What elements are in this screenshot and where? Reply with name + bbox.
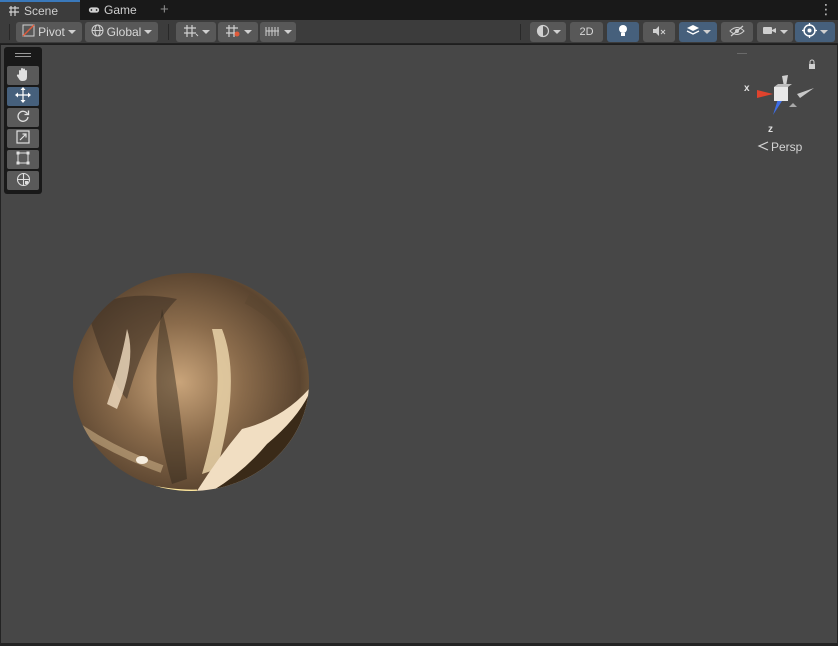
grid-icon xyxy=(8,5,20,17)
eye-hidden-icon xyxy=(729,25,745,40)
axis-gizmo-icon[interactable] xyxy=(737,50,837,140)
globe-icon xyxy=(91,24,104,40)
tab-scene[interactable]: Scene xyxy=(0,0,80,20)
scale-icon xyxy=(16,130,30,147)
layers-effects-icon xyxy=(686,24,700,40)
chevron-down-icon xyxy=(201,30,210,34)
rotate-icon xyxy=(16,109,30,126)
global-dropdown[interactable]: Global xyxy=(85,22,158,42)
tool-panel xyxy=(4,47,42,194)
toolbar-divider xyxy=(520,24,521,40)
tab-bar: Scene Game + ⋮ xyxy=(0,0,838,20)
gizmo-z-label: z xyxy=(768,124,773,135)
rect-transform-icon xyxy=(16,151,30,168)
chevron-down-icon xyxy=(820,30,828,34)
ruler-icon xyxy=(265,25,281,40)
toolbar-divider xyxy=(9,24,10,40)
tab-game[interactable]: Game xyxy=(80,0,154,20)
ruler-settings-button[interactable] xyxy=(260,22,296,42)
transform-tool-button[interactable] xyxy=(7,171,39,190)
rotate-tool-button[interactable] xyxy=(7,108,39,127)
chevron-down-icon xyxy=(67,30,76,34)
snap-increment-icon xyxy=(225,24,241,41)
scale-tool-button[interactable] xyxy=(7,129,39,148)
grid-snapping-button[interactable] xyxy=(176,22,216,42)
effects-dropdown[interactable] xyxy=(679,22,717,42)
chevron-down-icon xyxy=(144,30,153,34)
tab-scene-label: Scene xyxy=(24,4,59,18)
gamepad-icon xyxy=(88,4,100,16)
panel-grip[interactable] xyxy=(15,56,31,57)
toolbar-divider xyxy=(168,24,169,40)
audio-toggle-button[interactable] xyxy=(643,22,675,42)
chevron-down-icon xyxy=(702,30,711,34)
tab-game-label: Game xyxy=(104,3,137,17)
pivot-label: Pivot xyxy=(38,25,65,39)
grid-snap-icon xyxy=(183,24,199,41)
camera-icon xyxy=(762,25,777,39)
camera-settings-dropdown[interactable] xyxy=(757,22,793,42)
gizmo-x-label: x xyxy=(744,83,750,94)
projection-toggle[interactable]: Persp xyxy=(757,140,802,154)
global-label: Global xyxy=(106,25,142,39)
chevron-down-icon xyxy=(243,30,252,34)
projection-label: Persp xyxy=(771,140,803,154)
incremental-snap-button[interactable] xyxy=(218,22,258,42)
scene-visibility-button[interactable] xyxy=(721,22,753,42)
audio-mute-icon xyxy=(652,25,666,40)
more-options-button[interactable]: ⋮ xyxy=(819,1,833,18)
chevron-down-icon xyxy=(552,30,561,34)
panel-grip[interactable] xyxy=(15,53,31,54)
move-arrows-icon xyxy=(15,87,31,106)
gizmos-dropdown[interactable] xyxy=(795,22,835,42)
move-tool-button[interactable] xyxy=(7,87,39,106)
lighting-toggle-button[interactable] xyxy=(607,22,639,42)
chevron-down-icon xyxy=(780,30,788,34)
shading-sphere-icon xyxy=(536,24,550,41)
gizmo-sphere-icon xyxy=(802,23,817,41)
perspective-icon xyxy=(757,140,769,154)
pivot-icon xyxy=(22,24,35,40)
scene-viewport[interactable]: x z Persp xyxy=(0,45,838,643)
scene-toolbar: Pivot Global 2D xyxy=(0,20,838,44)
pivot-dropdown[interactable]: Pivot xyxy=(16,22,82,42)
lightbulb-icon xyxy=(617,24,629,41)
2d-mode-label: 2D xyxy=(579,26,594,38)
rect-tool-button[interactable] xyxy=(7,150,39,169)
reflective-sphere[interactable] xyxy=(67,269,327,509)
transform-icon xyxy=(16,172,31,190)
chevron-down-icon xyxy=(283,30,292,34)
2d-mode-button[interactable]: 2D xyxy=(570,22,603,42)
hand-tool-button[interactable] xyxy=(7,66,39,85)
hand-icon xyxy=(16,67,30,85)
shading-mode-dropdown[interactable] xyxy=(530,22,566,42)
add-tab-button[interactable]: + xyxy=(160,1,169,18)
